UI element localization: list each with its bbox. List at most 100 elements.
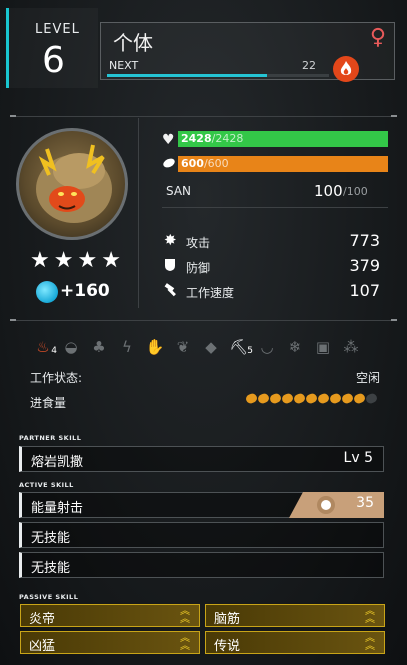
defense-row: 防御 379 xyxy=(164,256,386,276)
active-skill-slot-1[interactable]: 能量射击 35 xyxy=(19,492,384,518)
gathering-glyph: ❦ xyxy=(176,338,190,356)
food-consumption-label: 进食量 xyxy=(30,396,67,410)
vertical-divider xyxy=(138,118,139,308)
rank-up-icon: ︽ ︽ xyxy=(365,633,375,652)
active-skill-slot-2[interactable]: 无技能 xyxy=(19,522,384,548)
stats-divider xyxy=(10,320,396,321)
mining-glyph: ⛏ xyxy=(229,338,249,356)
pal-portrait xyxy=(16,128,128,240)
bread-icon xyxy=(328,392,343,405)
level-label: LEVEL xyxy=(35,22,80,37)
defense-value: 379 xyxy=(349,256,380,275)
xp-bar xyxy=(107,74,329,77)
work-speed-row: 工作速度 107 xyxy=(164,281,386,301)
active-skill-label: ACTIVE SKILL xyxy=(19,481,74,489)
soul-icon xyxy=(36,281,58,303)
kindling-icon: ♨ 4 xyxy=(32,336,57,358)
divider-notch xyxy=(391,319,397,321)
bread-icon xyxy=(364,392,379,405)
header-divider xyxy=(10,116,396,117)
passive-skill-label: PASSIVE SKILL xyxy=(19,593,79,601)
hunger-icon xyxy=(162,157,176,171)
partner-skill-slot[interactable]: 熔岩凯撒 Lv 5 xyxy=(19,446,384,472)
gathering-icon: ❦ xyxy=(172,336,194,358)
star-icon: ★ xyxy=(77,248,98,273)
mining-icon: ⛏ 5 xyxy=(228,336,253,358)
work-status-label: 工作状态: xyxy=(30,371,83,385)
divider-notch xyxy=(391,115,397,117)
attack-label: 攻击 xyxy=(186,236,211,250)
electricity-icon: ϟ xyxy=(116,336,138,358)
passive-skill-2[interactable]: 脑筋 ︽ ︽ xyxy=(205,604,385,627)
passive-skill-name: 传说 xyxy=(214,639,241,654)
bread-icon xyxy=(268,392,283,405)
partner-skill-level: Lv 5 xyxy=(343,450,373,466)
transporting-icon: ▣ xyxy=(312,336,334,358)
star-icon: ★ xyxy=(30,248,50,273)
fire-icon xyxy=(333,56,359,82)
partner-skill-name: 熔岩凯撒 xyxy=(31,455,84,470)
skill-power: 35 xyxy=(356,495,374,511)
cooling-icon: ❄ xyxy=(284,336,306,358)
san-label: SAN xyxy=(166,184,192,198)
cooling-glyph: ❄ xyxy=(288,338,302,356)
soul-value: +160 xyxy=(60,281,110,301)
hunger-text: 600/600 xyxy=(181,156,229,172)
bread-icon xyxy=(244,392,259,405)
watering-glyph: ◒ xyxy=(64,338,78,356)
bread-icon xyxy=(352,392,367,405)
star-icon: ★ xyxy=(53,248,74,273)
hunger-bar: 600/600 xyxy=(178,156,388,172)
hunger-max: /600 xyxy=(203,157,229,170)
pal-status-panel: LEVEL 6 个体 ♀ NEXT 22 ★ ★ ★ ★ +160 ♥ 2428… xyxy=(0,0,407,665)
level-box: LEVEL 6 xyxy=(6,8,98,88)
passive-skill-4[interactable]: 传说 ︽ ︽ xyxy=(205,631,385,654)
shield-icon xyxy=(164,258,176,275)
kindling-glyph: ♨ xyxy=(36,338,50,356)
hp-current: 2428 xyxy=(181,132,212,145)
active-skill-name: 无技能 xyxy=(31,561,71,576)
divider-notch xyxy=(10,115,16,117)
hp-text: 2428/2428 xyxy=(181,131,243,147)
farming-icon: ⁂ xyxy=(340,336,362,358)
work-speed-value: 107 xyxy=(349,281,380,300)
active-skill-name: 能量射击 xyxy=(31,501,84,516)
work-suitability-row: ♨ 4 ◒ ♣ ϟ ✋ ❦ ◆ ⛏ 5 ◡ ❄ ▣ ⁂ xyxy=(32,336,362,358)
san-divider xyxy=(162,207,388,208)
passive-skill-name: 凶猛 xyxy=(29,639,56,654)
level-value: 6 xyxy=(42,40,65,81)
passive-skill-1[interactable]: 炎帝 ︽ ︽ xyxy=(20,604,200,627)
active-skill-slot-3[interactable]: 无技能 xyxy=(19,552,384,578)
work-status-value: 空闲 xyxy=(356,371,381,385)
next-value: 22 xyxy=(302,59,316,72)
planting-icon: ♣ xyxy=(88,336,110,358)
bread-icon xyxy=(304,392,319,405)
farming-glyph: ⁂ xyxy=(343,338,359,356)
passive-skill-name: 脑筋 xyxy=(214,612,241,627)
handiwork-icon: ✋ xyxy=(144,336,166,358)
bread-icon xyxy=(340,392,355,405)
san-max: /100 xyxy=(343,185,368,198)
active-skill-name: 无技能 xyxy=(31,531,71,546)
heart-icon: ♥ xyxy=(162,132,175,148)
bread-icon xyxy=(316,392,331,405)
hp-bar: 2428/2428 xyxy=(178,131,388,147)
rank-up-icon: ︽ ︽ xyxy=(180,606,190,625)
passive-skill-3[interactable]: 凶猛 ︽ ︽ xyxy=(20,631,200,654)
attack-value: 773 xyxy=(349,231,380,250)
xp-bar-fill xyxy=(107,74,267,77)
medicine-glyph: ◡ xyxy=(260,338,274,356)
transporting-glyph: ▣ xyxy=(315,338,331,356)
work-level: 5 xyxy=(247,346,253,356)
star-icon: ★ xyxy=(101,248,121,273)
hammer-icon xyxy=(164,283,178,300)
divider-notch xyxy=(10,319,16,321)
attack-row: ✸ 攻击 773 xyxy=(164,231,386,251)
lumbering-glyph: ◆ xyxy=(205,338,217,356)
bread-icon xyxy=(256,392,271,405)
target-icon xyxy=(317,496,335,514)
pal-nickname[interactable]: 个体 xyxy=(113,27,153,56)
san-value: 100 xyxy=(314,182,343,200)
planting-glyph: ♣ xyxy=(92,338,106,356)
medicine-icon: ◡ xyxy=(256,336,278,358)
